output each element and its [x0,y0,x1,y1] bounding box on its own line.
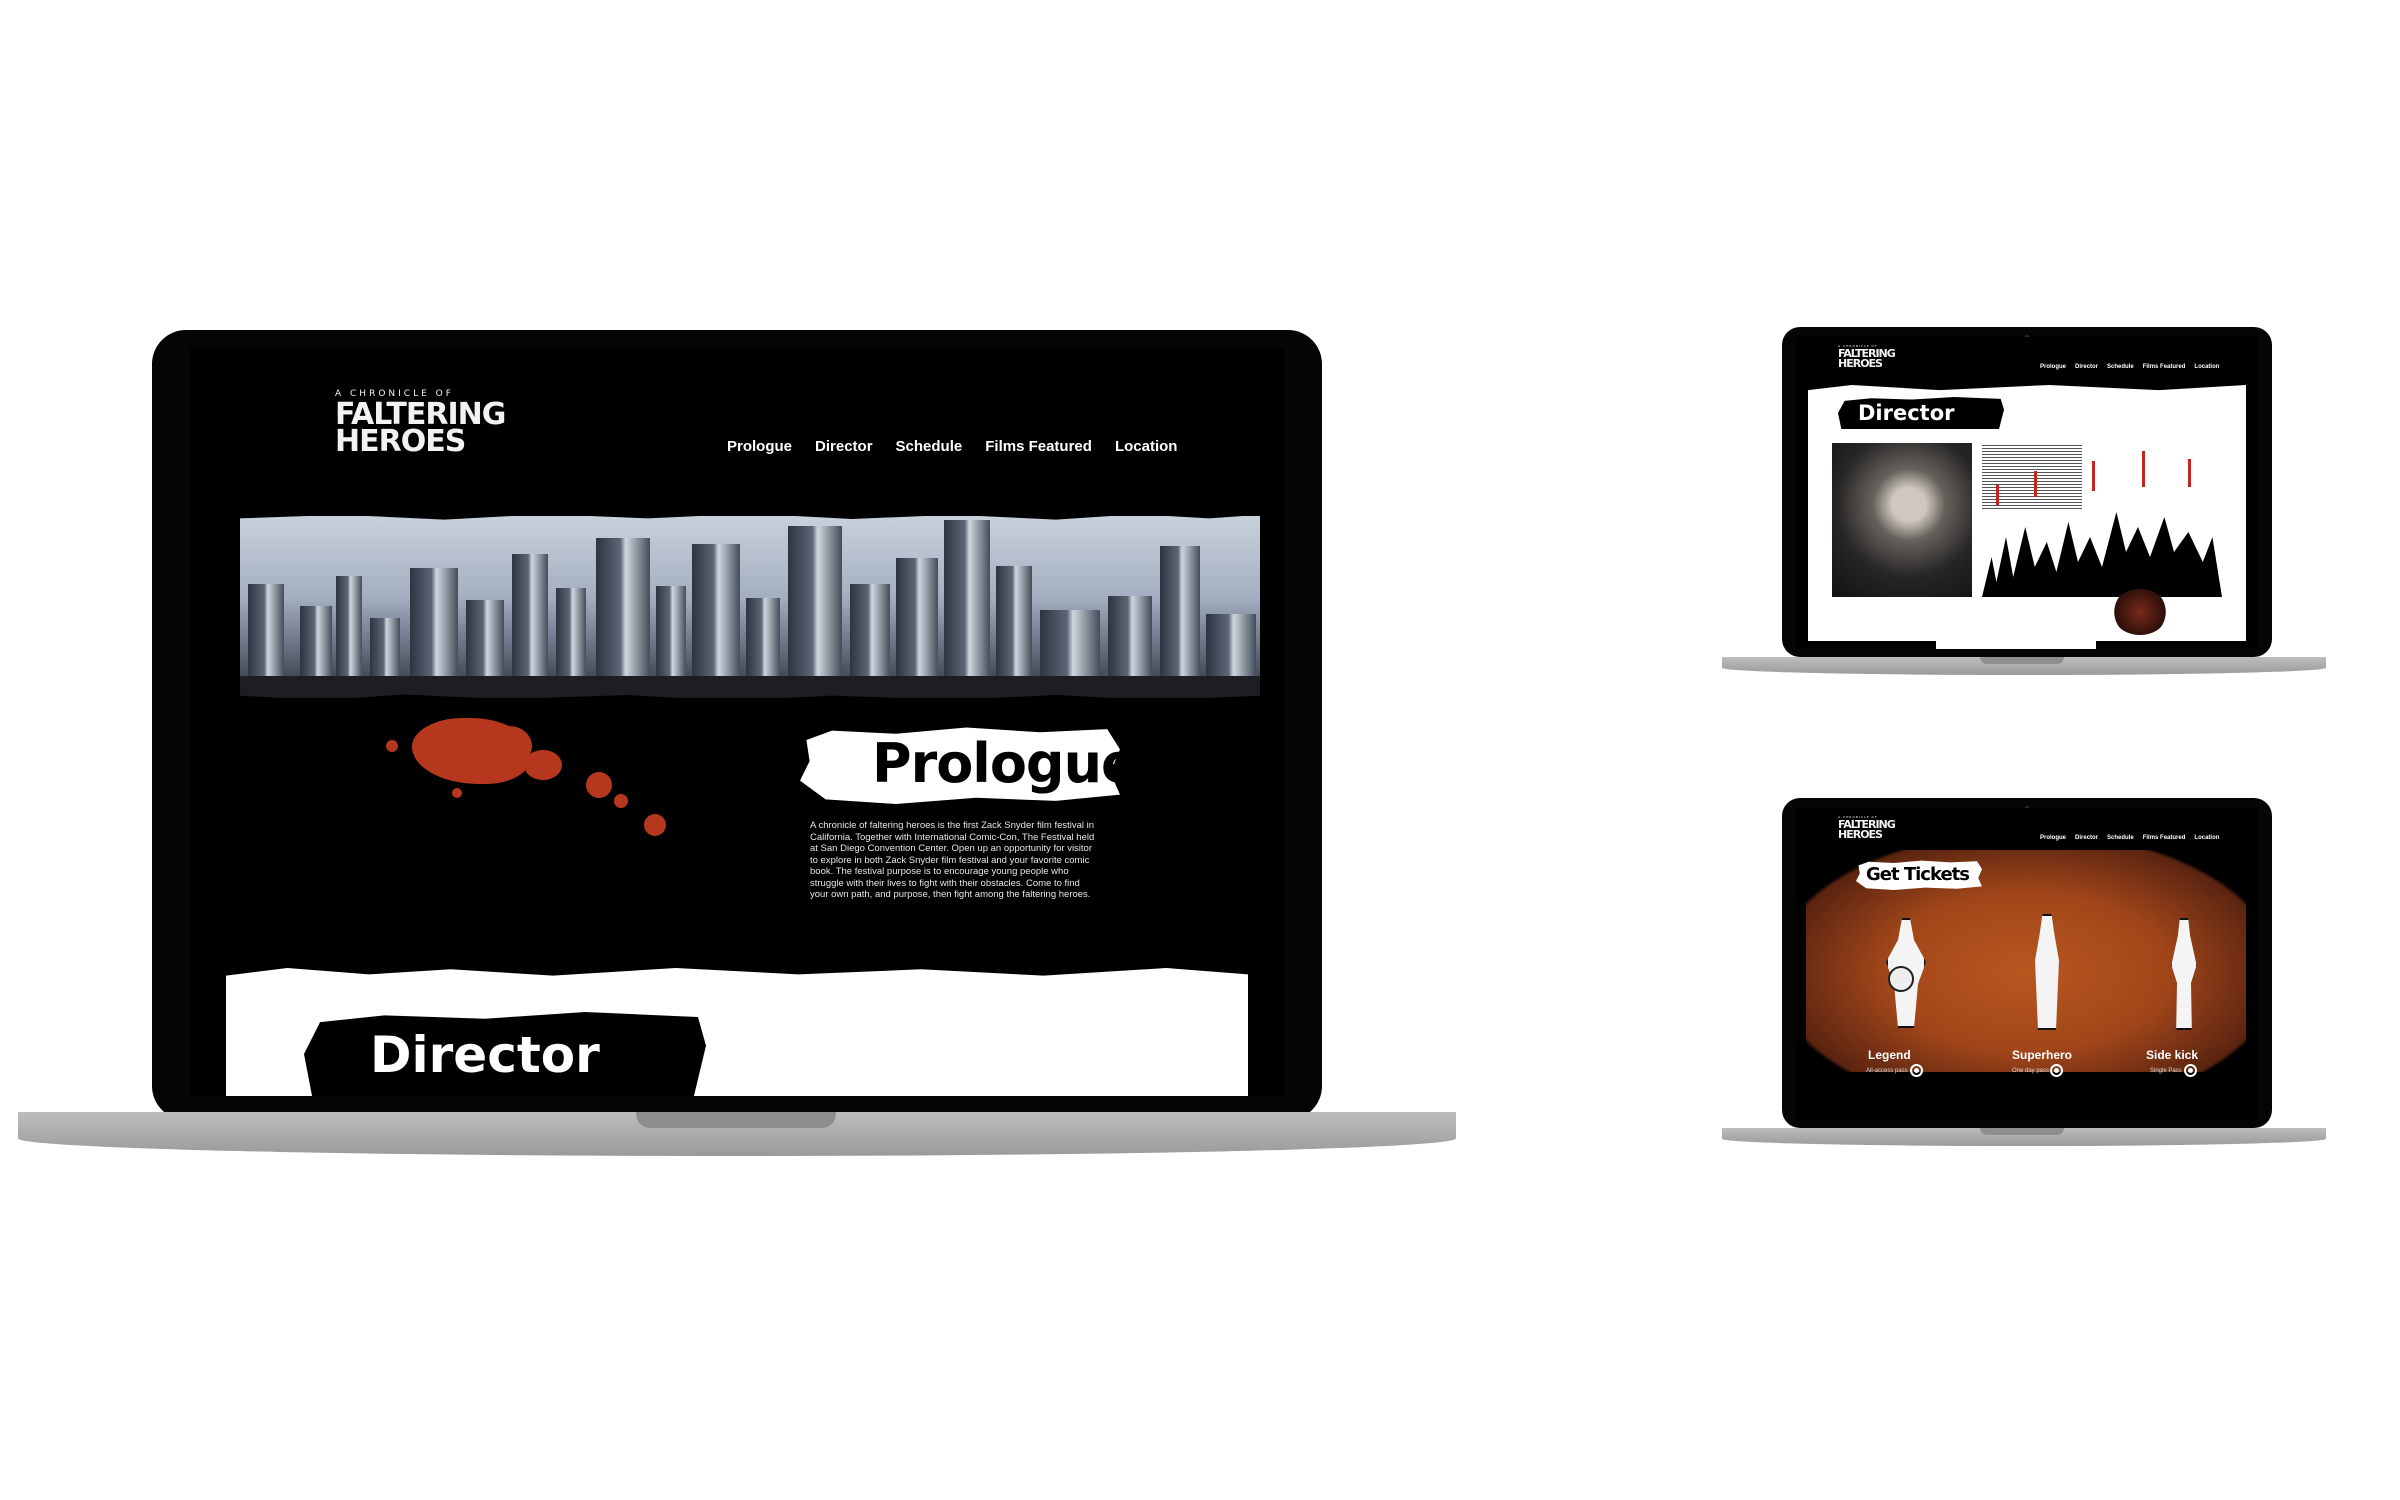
ticket-legend-name: Legend [1868,1048,1911,1062]
ticket-superhero-pass: One day pass [2012,1068,2050,1074]
director-photo [1832,443,1972,597]
nav-director[interactable]: Director [2075,835,2098,841]
laptop-screen: A CHRONICLE OF FALTERING HEROES Prologue… [1796,337,2258,649]
shield-icon [1888,966,1914,992]
laptop-notch [1980,657,2064,664]
ticket-legend-pass: All-access pass [1866,1068,1908,1074]
nav-location[interactable]: Location [1115,438,1178,455]
laptop-screen: A CHRONICLE OF FALTERING HEROES Prologue… [190,348,1284,1096]
nav-films-featured[interactable]: Films Featured [985,438,1092,455]
laptop-notch [1980,1128,2064,1135]
laptop-lid: A CHRONICLE OF FALTERING HEROES Prologue… [1782,798,2272,1128]
nav-director[interactable]: Director [815,438,873,455]
laptop-lid: A CHRONICLE OF FALTERING HEROES Prologue… [1782,327,2272,657]
laptop-notch [636,1112,836,1128]
logo-line-2: HEROES [1838,356,1883,370]
ticket-superhero-name: Superhero [2012,1048,2073,1062]
tickets-heading: Get Tickets [1866,864,1970,885]
nav-prologue[interactable]: Prologue [2040,835,2066,841]
director-heading: Director [1858,401,1955,425]
logo-line-2: HEROES [335,424,466,460]
main-nav: Prologue Director Schedule Films Feature… [2040,364,2219,370]
bay-water [240,676,1260,698]
site-logo[interactable]: A CHRONICLE OF FALTERING HEROES [335,389,506,460]
main-nav: Prologue Director Schedule Films Feature… [2040,835,2219,841]
site-logo[interactable]: A CHRONICLE OF FALTERING HEROES [1838,816,1896,841]
city-skyline-banner [240,516,1260,698]
logo-line-2: HEROES [1838,827,1883,841]
nav-location[interactable]: Location [2194,364,2219,370]
director-heading: Director [370,1026,600,1084]
nav-schedule[interactable]: Schedule [896,438,963,455]
nav-films-featured[interactable]: Films Featured [2143,835,2186,841]
nav-schedule[interactable]: Schedule [2107,364,2134,370]
prologue-body-text: A chronicle of faltering heroes is the f… [810,820,1095,900]
laptop-screen: A CHRONICLE OF FALTERING HEROES Prologue… [1796,808,2258,1120]
laptop-lid: A CHRONICLE OF FALTERING HEROES Prologue… [152,330,1322,1120]
radio-circle-icon[interactable] [2184,1064,2197,1077]
ticket-sidekick-pass: Single Pass [2150,1068,2182,1074]
nav-schedule[interactable]: Schedule [2107,835,2134,841]
site-logo[interactable]: A CHRONICLE OF FALTERING HEROES [1838,345,1896,370]
nav-prologue[interactable]: Prologue [727,438,792,455]
radio-circle-icon[interactable] [1910,1064,1923,1077]
prologue-heading: Prologue [872,732,1138,795]
nav-films-featured[interactable]: Films Featured [2143,364,2186,370]
ticket-sidekick-name: Side kick [2146,1048,2199,1062]
radio-circle-icon[interactable] [2050,1064,2063,1077]
main-nav: Prologue Director Schedule Films Feature… [727,438,1177,455]
nav-location[interactable]: Location [2194,835,2219,841]
blood-splatter-decoration [2112,589,2168,635]
nav-director[interactable]: Director [2075,364,2098,370]
nav-prologue[interactable]: Prologue [2040,364,2066,370]
